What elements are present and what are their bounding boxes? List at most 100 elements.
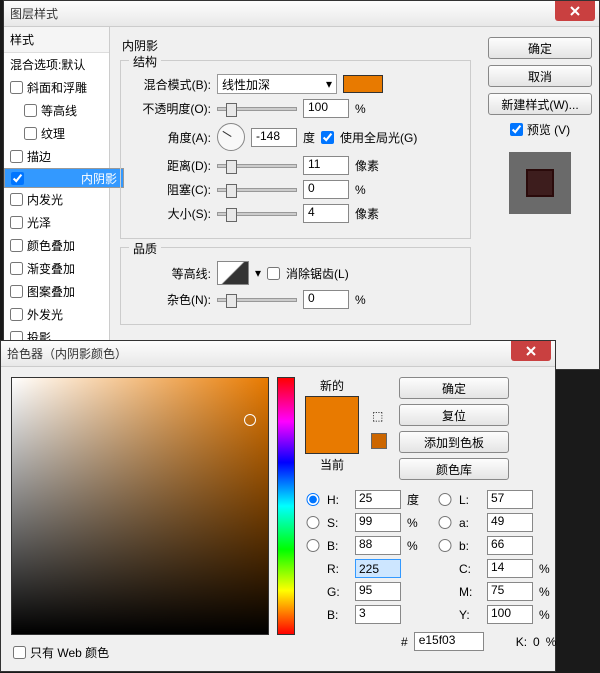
size-label: 大小(S): xyxy=(131,205,211,222)
R-input[interactable]: 225 xyxy=(355,559,401,578)
distance-slider[interactable] xyxy=(217,164,297,168)
style-checkbox[interactable] xyxy=(10,216,23,229)
titlebar[interactable]: 拾色器（内阴影颜色） xyxy=(1,341,555,367)
choke-input[interactable]: 0 xyxy=(303,180,349,199)
angle-input[interactable]: -148 xyxy=(251,128,297,147)
style-row-8[interactable]: 渐变叠加 xyxy=(4,257,109,280)
style-row-3[interactable]: 描边 xyxy=(4,145,109,168)
style-checkbox[interactable] xyxy=(10,81,23,94)
color-cursor[interactable] xyxy=(244,414,256,426)
close-button[interactable] xyxy=(511,341,551,361)
mode-radio-H[interactable] xyxy=(305,493,321,506)
style-row-2[interactable]: 纹理 xyxy=(4,122,109,145)
mode-radio-Bv[interactable] xyxy=(305,539,321,552)
choke-unit: % xyxy=(355,183,391,197)
preview-checkbox[interactable] xyxy=(510,123,523,136)
B-input[interactable]: 3 xyxy=(355,605,401,624)
reset-button[interactable]: 复位 xyxy=(399,404,509,426)
color-libraries-button[interactable]: 颜色库 xyxy=(399,458,509,480)
G-input[interactable]: 95 xyxy=(355,582,401,601)
style-list: 样式 混合选项:默认 斜面和浮雕等高线纹理描边内阴影内发光光泽颜色叠加渐变叠加图… xyxy=(4,27,110,369)
dual-swatch[interactable] xyxy=(305,396,359,454)
style-row-9[interactable]: 图案叠加 xyxy=(4,280,109,303)
cancel-button[interactable]: 取消 xyxy=(488,65,592,87)
choke-label: 阻塞(C): xyxy=(131,181,211,198)
style-checkbox[interactable] xyxy=(10,308,23,321)
antialias-checkbox[interactable] xyxy=(267,267,280,280)
angle-dial[interactable] xyxy=(217,123,245,151)
style-row-4[interactable]: 内阴影 xyxy=(4,168,124,188)
style-row-0[interactable]: 斜面和浮雕 xyxy=(4,76,109,99)
C-input[interactable]: 14 xyxy=(487,559,533,578)
style-row-5[interactable]: 内发光 xyxy=(4,188,109,211)
color-picker-dialog: 拾色器（内阴影颜色） 新的 当前 ⬚ 确定 xyxy=(0,340,556,672)
M-input[interactable]: 75 xyxy=(487,582,533,601)
style-checkbox[interactable] xyxy=(11,172,24,185)
style-checkbox[interactable] xyxy=(10,262,23,275)
opacity-unit: % xyxy=(355,102,391,116)
mode-radio-b[interactable] xyxy=(437,539,453,552)
blend-mode-select[interactable]: 线性加深▾ xyxy=(217,74,337,94)
blend-options-row[interactable]: 混合选项:默认 xyxy=(4,53,109,76)
size-input[interactable]: 4 xyxy=(303,204,349,223)
color-values-grid: H:25度L:57S:99%a:49B:88%b:66R:225C:14%G:9… xyxy=(305,490,563,624)
web-only-checkbox[interactable] xyxy=(13,646,26,659)
style-row-6[interactable]: 光泽 xyxy=(4,211,109,234)
style-checkbox[interactable] xyxy=(24,104,37,117)
web-safe-swatch[interactable] xyxy=(371,433,387,449)
hue-slider[interactable] xyxy=(277,377,295,635)
Bv-input[interactable]: 88 xyxy=(355,536,401,555)
S-input[interactable]: 99 xyxy=(355,513,401,532)
ok-button[interactable]: 确定 xyxy=(488,37,592,59)
style-checkbox[interactable] xyxy=(10,239,23,252)
noise-slider[interactable] xyxy=(217,298,297,302)
contour-picker[interactable] xyxy=(217,261,249,285)
L-input[interactable]: 57 xyxy=(487,490,533,509)
size-slider[interactable] xyxy=(217,212,297,216)
Y-input[interactable]: 100 xyxy=(487,605,533,624)
a-input[interactable]: 49 xyxy=(487,513,533,532)
gamut-warning-icon[interactable]: ⬚ xyxy=(372,409,386,423)
mode-radio-S[interactable] xyxy=(305,516,321,529)
mode-radio-L[interactable] xyxy=(437,493,453,506)
style-row-1[interactable]: 等高线 xyxy=(4,99,109,122)
angle-unit: 度 xyxy=(303,129,315,146)
distance-label: 距离(D): xyxy=(131,157,211,174)
titlebar[interactable]: 图层样式 xyxy=(4,1,599,27)
distance-input[interactable]: 11 xyxy=(303,156,349,175)
H-input[interactable]: 25 xyxy=(355,490,401,509)
style-checkbox[interactable] xyxy=(10,285,23,298)
style-checkbox[interactable] xyxy=(24,127,37,140)
picker-buttons: 确定 复位 添加到色板 颜色库 xyxy=(399,377,509,480)
mode-radio-a[interactable] xyxy=(437,516,453,529)
b-input[interactable]: 66 xyxy=(487,536,533,555)
style-row-7[interactable]: 颜色叠加 xyxy=(4,234,109,257)
current-label: 当前 xyxy=(320,456,344,473)
style-checkbox[interactable] xyxy=(10,193,23,206)
shadow-color-swatch[interactable] xyxy=(343,75,383,93)
ok-button[interactable]: 确定 xyxy=(399,377,509,399)
new-style-button[interactable]: 新建样式(W)... xyxy=(488,93,592,115)
new-current-swatch: 新的 当前 xyxy=(305,377,359,480)
angle-label: 角度(A): xyxy=(131,129,211,146)
opacity-slider[interactable] xyxy=(217,107,297,111)
style-header: 样式 xyxy=(4,27,109,53)
chevron-down-icon[interactable]: ▾ xyxy=(255,266,261,280)
structure-fieldset: 结构 混合模式(B): 线性加深▾ 不透明度(O): 100 % 角度(A): … xyxy=(120,60,471,239)
style-checkbox[interactable] xyxy=(10,150,23,163)
add-swatch-button[interactable]: 添加到色板 xyxy=(399,431,509,453)
web-only-toggle[interactable]: 只有 Web 颜色 xyxy=(13,644,109,661)
hex-label: # xyxy=(401,635,408,649)
window-title: 图层样式 xyxy=(10,5,58,22)
noise-input[interactable]: 0 xyxy=(303,290,349,309)
size-unit: 像素 xyxy=(355,205,391,222)
style-row-10[interactable]: 外发光 xyxy=(4,303,109,326)
hex-input[interactable]: e15f03 xyxy=(414,632,484,651)
opacity-input[interactable]: 100 xyxy=(303,99,349,118)
global-light-checkbox[interactable] xyxy=(321,131,334,144)
saturation-box[interactable] xyxy=(11,377,269,635)
preview-toggle[interactable]: 预览 (V) xyxy=(510,121,570,138)
close-button[interactable] xyxy=(555,1,595,21)
choke-slider[interactable] xyxy=(217,188,297,192)
k-input[interactable]: 0 xyxy=(533,635,540,649)
